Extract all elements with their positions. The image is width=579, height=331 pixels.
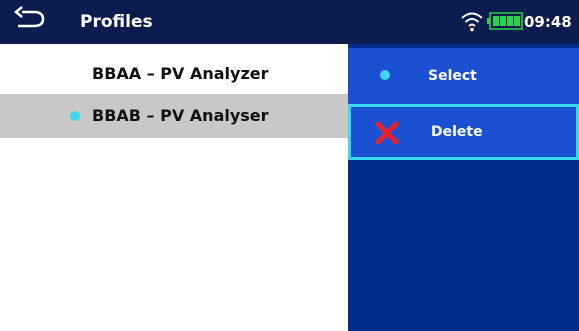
list-item[interactable]: BBAA – PV Analyzer	[0, 52, 348, 96]
options-panel: Select Delete	[348, 44, 579, 331]
select-label: Select	[428, 68, 477, 84]
dot-icon	[380, 70, 390, 80]
wifi-icon	[461, 12, 483, 32]
title-bar: Profiles 09:48	[0, 0, 579, 44]
delete-label: Delete	[431, 124, 483, 140]
delete-button[interactable]: Delete	[348, 104, 579, 160]
battery-full-icon	[487, 12, 523, 30]
profile-label: BBAB – PV Analyser	[92, 106, 269, 125]
red-x-icon	[375, 121, 399, 145]
active-profile-dot-icon	[70, 111, 80, 121]
profiles-list: BBAA – PV Analyzer BBAB – PV Analyser	[0, 44, 348, 331]
clock-time: 09:48	[524, 13, 572, 31]
profile-label: BBAA – PV Analyzer	[92, 64, 269, 83]
select-button[interactable]: Select	[348, 48, 579, 104]
back-arrow-icon[interactable]	[12, 6, 52, 34]
list-item-selected[interactable]: BBAB – PV Analyser	[0, 94, 348, 138]
page-title: Profiles	[80, 12, 153, 32]
